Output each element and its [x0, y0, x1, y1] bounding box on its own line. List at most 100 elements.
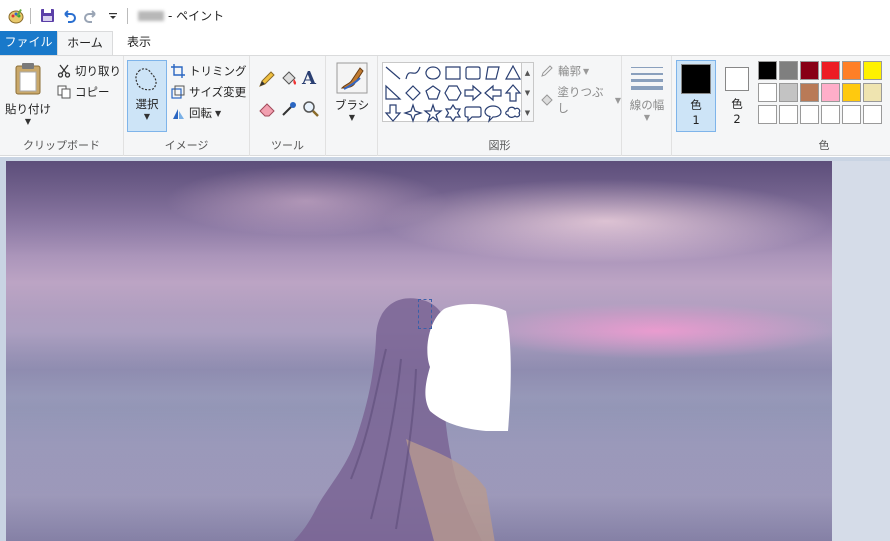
right-arrow-shape-icon[interactable]	[464, 84, 482, 102]
crop-button[interactable]: トリミング	[170, 63, 247, 79]
five-point-star-shape-icon[interactable]	[423, 103, 443, 123]
selection-rectangle[interactable]	[418, 299, 432, 329]
pencil-icon[interactable]	[258, 70, 276, 91]
size-button[interactable]: 線の幅 ▼	[626, 60, 668, 132]
six-point-star-shape-icon[interactable]	[444, 103, 462, 123]
chevron-down-icon: ▼	[614, 95, 621, 105]
palette-swatch[interactable]	[758, 105, 777, 124]
copy-button[interactable]: コピー	[56, 84, 110, 100]
eraser-icon[interactable]	[258, 100, 276, 121]
shapes-gallery-scroll[interactable]: ▲ ▼ ▼	[522, 62, 534, 122]
hexagon-shape-icon[interactable]	[444, 85, 462, 101]
color2-number: 2	[733, 112, 741, 126]
palette-swatch[interactable]	[758, 83, 777, 102]
palette-swatch[interactable]	[800, 105, 819, 124]
scroll-down-icon[interactable]: ▼	[522, 83, 533, 103]
chevron-down-icon: ▼	[643, 113, 651, 122]
crop-label: トリミング	[189, 64, 247, 78]
left-arrow-shape-icon[interactable]	[484, 84, 502, 102]
tab-file[interactable]: ファイル	[0, 31, 57, 55]
shapes-group: ▲ ▼ ▼ 輪郭 ▼ 塗りつぶし ▼ 図形	[378, 56, 622, 156]
line-shape-icon[interactable]	[385, 66, 401, 80]
palette-swatch[interactable]	[863, 83, 882, 102]
palette-swatch[interactable]	[779, 83, 798, 102]
rounded-rectangle-shape-icon[interactable]	[465, 66, 481, 80]
fill-button[interactable]: 塗りつぶし ▼	[539, 84, 621, 116]
size-group: 線の幅 ▼	[622, 56, 672, 156]
line-width-icon	[631, 67, 663, 90]
brushes-label: ブラシ	[334, 98, 370, 112]
palette-swatch[interactable]	[842, 61, 861, 80]
palette-swatch[interactable]	[842, 105, 861, 124]
workspace	[0, 157, 890, 541]
cloud-callout-shape-icon[interactable]	[505, 106, 521, 118]
palette-swatch[interactable]	[863, 105, 882, 124]
color2-swatch	[725, 67, 749, 91]
paste-button[interactable]: 貼り付け ▼	[4, 60, 52, 132]
rectangle-shape-icon[interactable]	[445, 66, 461, 80]
shapes-gallery[interactable]	[382, 62, 522, 123]
palette-swatch[interactable]	[800, 61, 819, 80]
palette-swatch[interactable]	[821, 83, 840, 102]
separator	[127, 7, 128, 24]
tools-group-label: ツール	[271, 139, 304, 152]
curve-shape-icon[interactable]	[405, 66, 421, 80]
outline-button[interactable]: 輪郭 ▼	[539, 63, 589, 79]
customize-quick-access-icon[interactable]	[103, 6, 123, 26]
tab-home[interactable]: ホーム	[57, 31, 113, 55]
triangle-shape-icon[interactable]	[504, 64, 522, 80]
paint-app-icon[interactable]	[6, 6, 26, 26]
right-triangle-shape-icon[interactable]	[385, 84, 402, 100]
diamond-shape-icon[interactable]	[405, 85, 421, 101]
magnifier-icon[interactable]	[302, 100, 320, 121]
undo-icon[interactable]	[59, 6, 79, 26]
rotate-button[interactable]: 回転 ▼	[170, 105, 221, 121]
palette-swatch[interactable]	[779, 105, 798, 124]
expand-gallery-icon[interactable]: ▼	[522, 103, 533, 123]
image-canvas[interactable]	[6, 161, 832, 541]
palette-swatch[interactable]	[821, 61, 840, 80]
separator	[30, 7, 31, 24]
clipboard-group-label: クリップボード	[23, 139, 100, 152]
scroll-up-icon[interactable]: ▲	[522, 63, 533, 83]
oval-callout-shape-icon[interactable]	[484, 105, 502, 123]
palette-swatch[interactable]	[800, 83, 819, 102]
brush-icon	[336, 62, 368, 94]
color1-number: 1	[692, 113, 700, 127]
fill-label: 塗りつぶし	[557, 85, 604, 115]
palette-swatch[interactable]	[842, 83, 861, 102]
palette-swatch[interactable]	[779, 61, 798, 80]
ribbon: 貼り付け ▼ 切り取り コピー クリップボード 選択 ▼ トリミング サイズ変更…	[0, 55, 890, 156]
palette-swatch[interactable]	[821, 105, 840, 124]
palette-swatch[interactable]	[863, 61, 882, 80]
color1-button[interactable]: 色 1	[676, 60, 716, 132]
palette-swatch[interactable]	[758, 61, 777, 80]
rounded-callout-shape-icon[interactable]	[464, 106, 482, 123]
chevron-down-icon: ▼	[24, 117, 32, 126]
fill-bucket-icon[interactable]	[280, 70, 298, 91]
polygon-shape-icon[interactable]	[485, 66, 500, 80]
crop-icon	[170, 63, 186, 79]
tab-view[interactable]: 表示	[113, 31, 165, 55]
text-tool-icon[interactable]: A	[302, 68, 316, 89]
redo-icon[interactable]	[81, 6, 101, 26]
color-picker-icon[interactable]	[280, 100, 298, 121]
color2-button[interactable]: 色 2	[718, 60, 756, 132]
rotate-icon	[170, 105, 186, 121]
select-button[interactable]: 選択 ▼	[127, 60, 167, 132]
resize-button[interactable]: サイズ変更	[170, 84, 246, 100]
select-label: 選択	[135, 97, 159, 111]
blurred-file-name	[138, 10, 164, 21]
down-arrow-shape-icon[interactable]	[384, 104, 402, 122]
brushes-button[interactable]: ブラシ ▼	[330, 60, 374, 132]
pentagon-shape-icon[interactable]	[425, 85, 441, 100]
title-bar: - ペイント	[0, 0, 890, 31]
save-icon[interactable]	[37, 6, 57, 26]
cut-button[interactable]: 切り取り	[56, 63, 121, 79]
cut-label: 切り取り	[75, 64, 121, 78]
scissors-icon	[56, 63, 72, 79]
four-point-star-shape-icon[interactable]	[403, 103, 423, 123]
up-arrow-shape-icon[interactable]	[504, 84, 522, 102]
oval-shape-icon[interactable]	[425, 66, 441, 80]
copy-icon	[56, 84, 72, 100]
